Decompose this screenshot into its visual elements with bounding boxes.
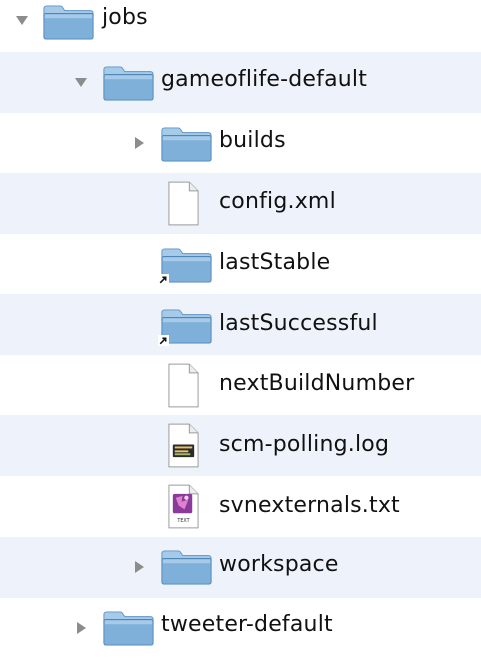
tree-row-jobs[interactable]: jobs <box>0 0 481 52</box>
folder-icon <box>102 609 155 647</box>
text-file-icon: TEXT <box>167 484 200 529</box>
folder-icon <box>160 125 213 163</box>
item-label: svnexternals.txt <box>219 493 400 518</box>
folder-icon <box>160 548 213 586</box>
item-label: gameoflife-default <box>161 67 368 92</box>
tree-row-workspace[interactable]: workspace <box>0 537 481 598</box>
disclosure-triangle-collapsed-icon[interactable] <box>135 561 144 573</box>
folder-icon <box>42 3 95 41</box>
tree-row-last-successful[interactable]: lastSuccessful <box>0 294 481 355</box>
log-file-icon <box>167 423 200 468</box>
disclosure-triangle-collapsed-icon[interactable] <box>135 137 144 149</box>
item-label: lastStable <box>219 250 331 275</box>
item-label: workspace <box>219 552 339 577</box>
tree-row-gameoflife-default[interactable]: gameoflife-default <box>0 52 481 113</box>
tree-row-builds[interactable]: builds <box>0 113 481 174</box>
tree-row-config-xml[interactable]: config.xml <box>0 173 481 234</box>
alias-arrow-icon <box>158 335 169 346</box>
disclosure-triangle-expanded-icon[interactable] <box>75 78 87 87</box>
folder-icon <box>102 64 155 102</box>
tree-row-svnexternals-txt[interactable]: TEXT svnexternals.txt <box>0 476 481 537</box>
text-badge: TEXT <box>176 518 189 524</box>
tree-row-scm-polling-log[interactable]: scm-polling.log <box>0 415 481 476</box>
disclosure-triangle-expanded-icon[interactable] <box>16 16 28 25</box>
document-icon <box>167 181 200 226</box>
tree-row-next-build-number[interactable]: nextBuildNumber <box>0 355 481 416</box>
disclosure-triangle-collapsed-icon[interactable] <box>77 622 86 634</box>
file-tree: jobs gameoflife-default builds config.xm… <box>0 0 481 646</box>
item-label: builds <box>219 128 286 153</box>
item-label: nextBuildNumber <box>219 371 415 396</box>
item-label: lastSuccessful <box>219 311 378 336</box>
tree-row-last-stable[interactable]: lastStable <box>0 234 481 295</box>
item-label: config.xml <box>219 189 336 214</box>
item-label: jobs <box>102 5 148 30</box>
tree-row-tweeter-default[interactable]: tweeter-default <box>0 597 481 658</box>
alias-arrow-icon <box>158 274 169 285</box>
item-label: tweeter-default <box>161 612 333 637</box>
item-label: scm-polling.log <box>219 432 390 457</box>
document-icon <box>167 363 200 408</box>
